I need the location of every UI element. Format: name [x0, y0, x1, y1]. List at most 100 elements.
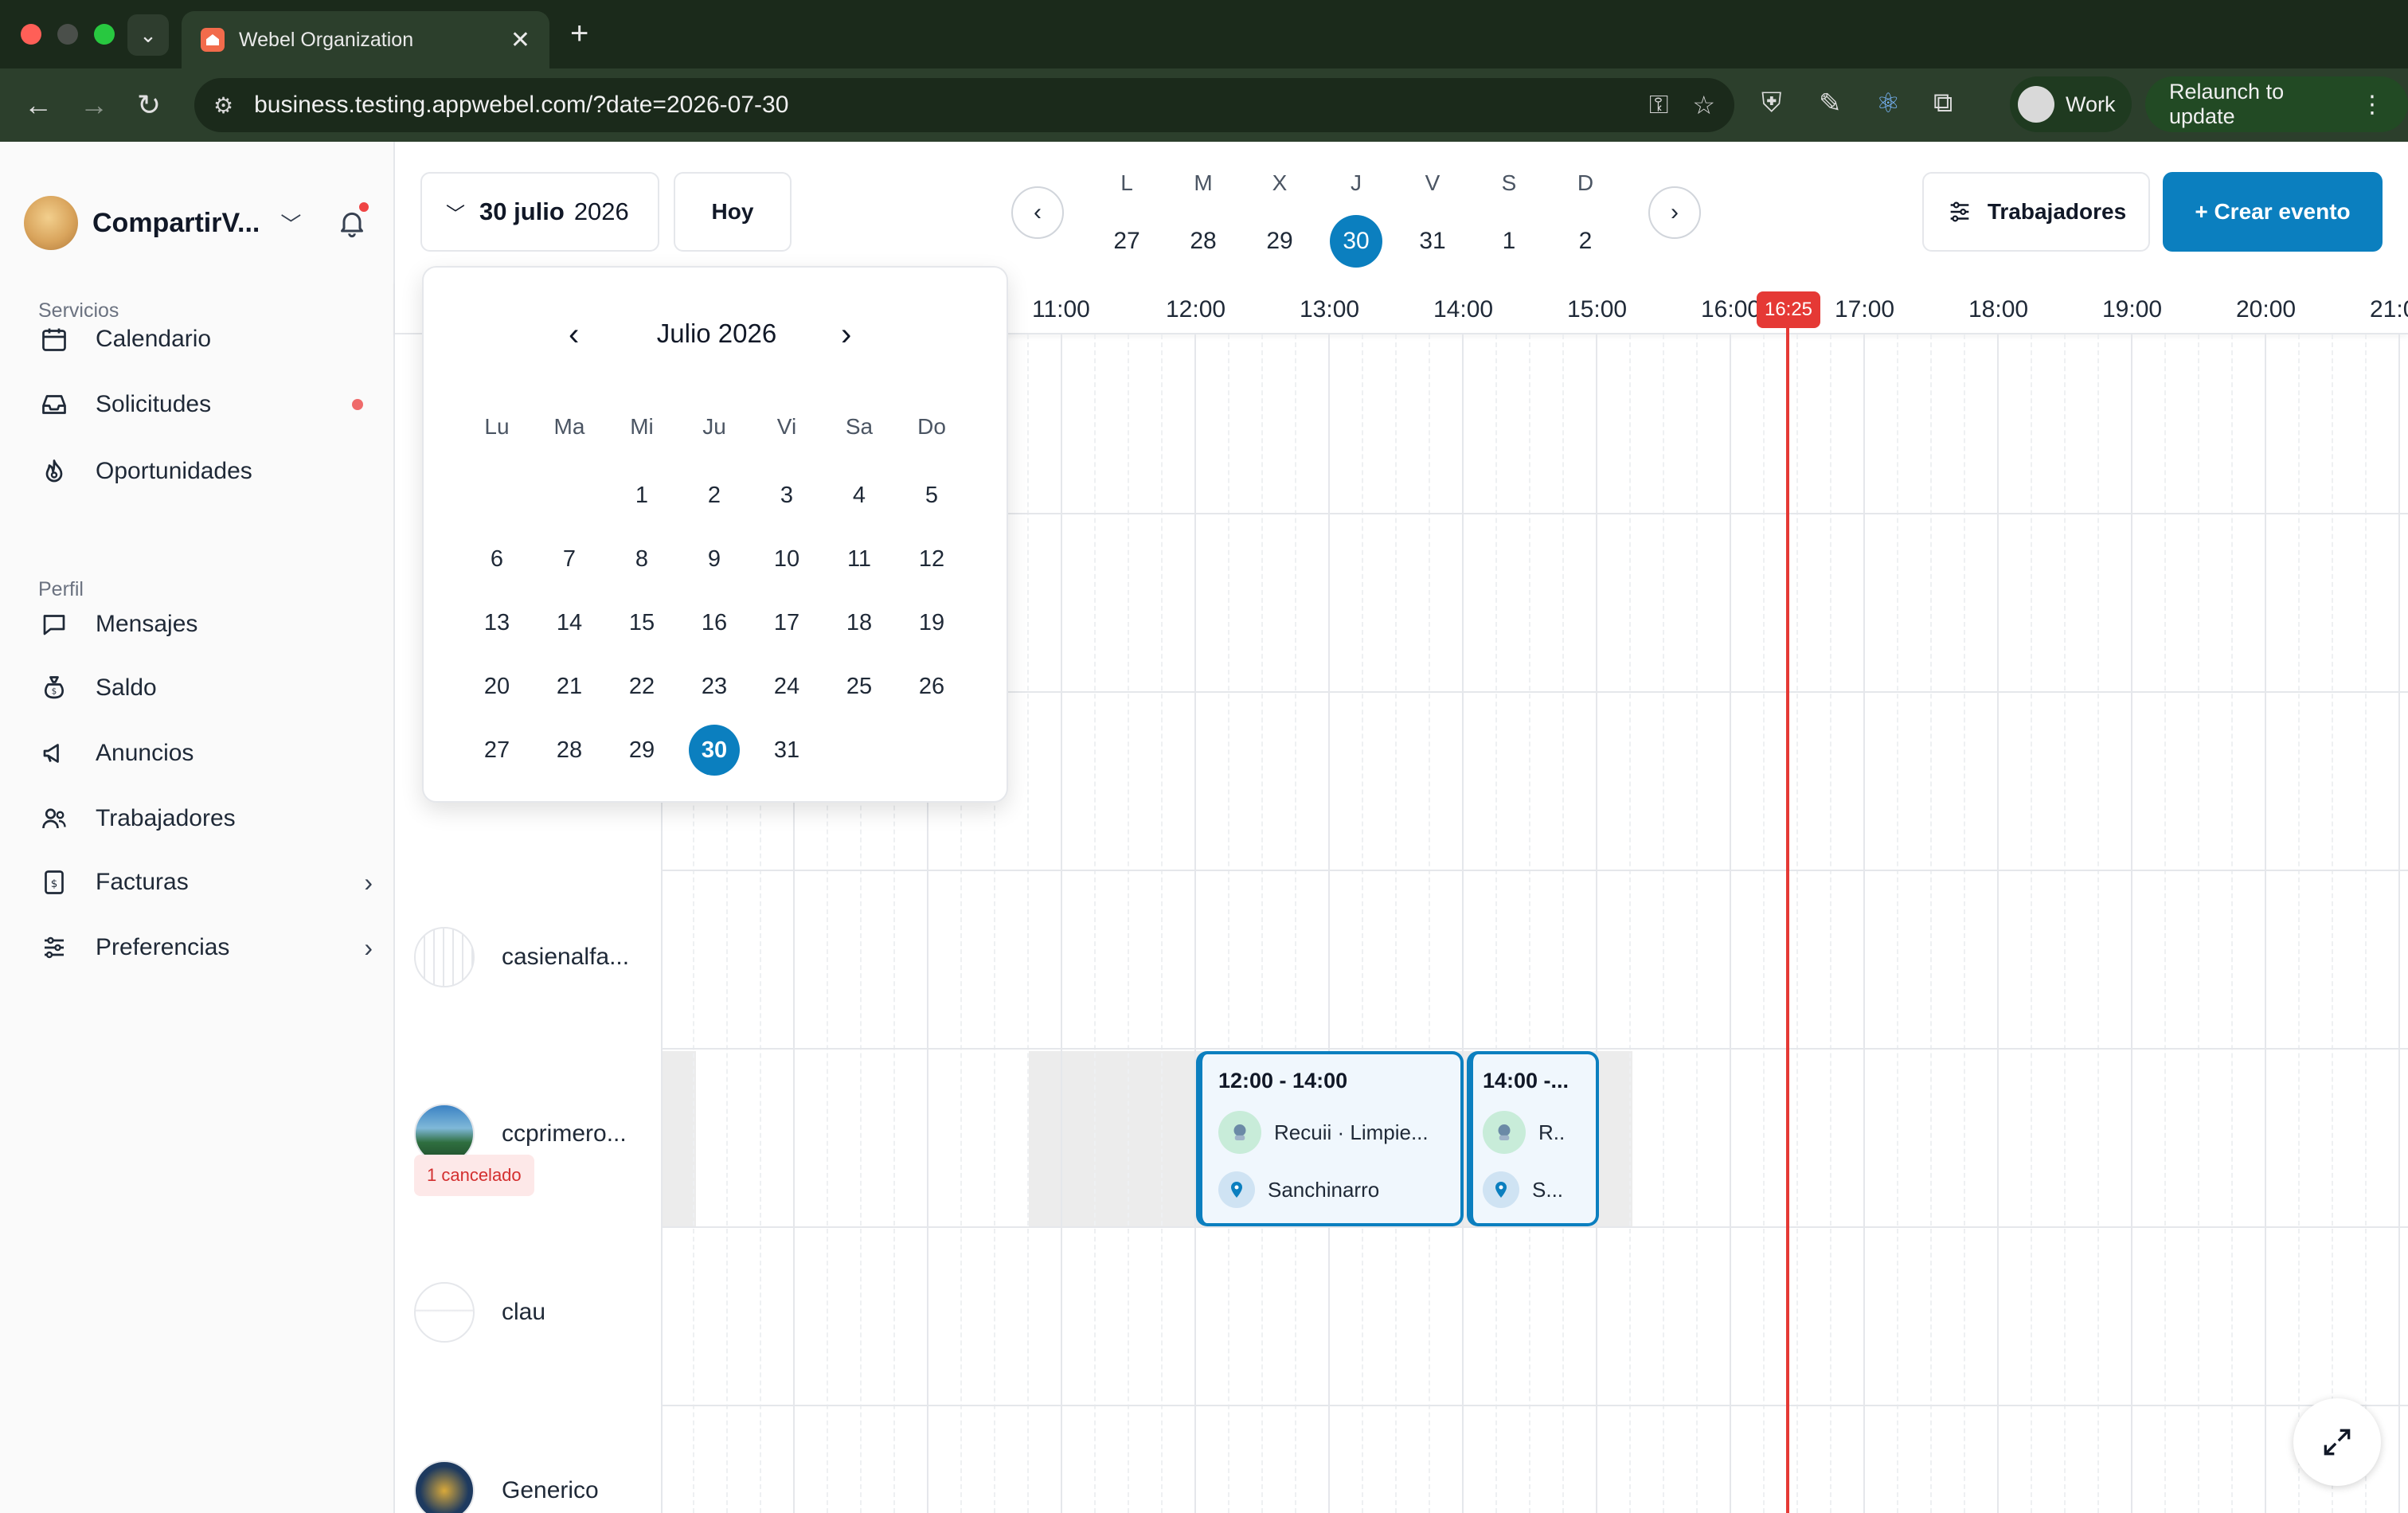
- calendar-day[interactable]: 4: [834, 470, 885, 521]
- week-day-number[interactable]: 2: [1558, 215, 1613, 268]
- week-day-number[interactable]: 1: [1481, 215, 1537, 268]
- sidebar-item-oportunidades[interactable]: Oportunidades: [38, 448, 373, 495]
- star-icon[interactable]: ☆: [1692, 90, 1715, 120]
- sidebar-item-preferencias[interactable]: Preferencias ›: [38, 924, 373, 972]
- prev-week-button[interactable]: ‹: [1011, 186, 1064, 239]
- calendar-day[interactable]: 21: [544, 661, 595, 712]
- calendar-day[interactable]: 15: [616, 597, 667, 648]
- row-divider: [663, 1405, 2408, 1406]
- key-icon[interactable]: ⚿: [1649, 90, 1668, 120]
- calendar-day[interactable]: 25: [834, 661, 885, 712]
- calendar-day[interactable]: 19: [906, 597, 957, 648]
- calendar-day[interactable]: 9: [689, 534, 740, 584]
- worker-row[interactable]: clau: [414, 1282, 545, 1343]
- quarter-grid-line: [1529, 334, 1530, 1513]
- calendar-day[interactable]: 7: [544, 534, 595, 584]
- calendar-day[interactable]: 22: [616, 661, 667, 712]
- calendar-day[interactable]: 18: [834, 597, 885, 648]
- sidebar-item-anuncios[interactable]: Anuncios: [38, 729, 373, 777]
- week-day-letter: L: [1120, 170, 1133, 195]
- reload-icon[interactable]: ↻: [137, 88, 161, 123]
- calendar-day-selected[interactable]: 30: [689, 725, 740, 776]
- chevron-down-icon: ﹀: [446, 203, 465, 225]
- sidebar-item-trabajadores[interactable]: Trabajadores: [38, 795, 373, 843]
- week-day-number[interactable]: 28: [1175, 215, 1231, 268]
- calendar-day[interactable]: 23: [689, 661, 740, 712]
- url-text[interactable]: business.testing.appwebel.com/?date=2026…: [254, 92, 1625, 119]
- calendar-day[interactable]: 24: [761, 661, 812, 712]
- address-bar[interactable]: ⚙ business.testing.appwebel.com/?date=20…: [194, 78, 1734, 132]
- back-icon[interactable]: ←: [24, 88, 53, 123]
- hour-grid-line: [1194, 334, 1196, 1513]
- sidebar-item-solicitudes[interactable]: Solicitudes: [38, 381, 373, 428]
- week-day-number[interactable]: 29: [1252, 215, 1308, 268]
- next-week-button[interactable]: ›: [1648, 186, 1701, 239]
- quarter-grid-line: [2231, 334, 2233, 1513]
- calendar-day[interactable]: 20: [471, 661, 522, 712]
- react-extension-icon[interactable]: ⚛: [1876, 88, 1900, 119]
- week-day-number[interactable]: 27: [1099, 215, 1155, 268]
- calendar-day[interactable]: 12: [906, 534, 957, 584]
- eyedropper-extension-icon[interactable]: ✎: [1819, 88, 1842, 119]
- calendar-day[interactable]: 8: [616, 534, 667, 584]
- calendar-day[interactable]: 1: [616, 470, 667, 521]
- fullscreen-button[interactable]: [2293, 1398, 2381, 1486]
- calendar-day[interactable]: 29: [616, 725, 667, 776]
- webel-favicon-icon: [201, 28, 225, 52]
- week-day-number[interactable]: 31: [1405, 215, 1460, 268]
- quarter-grid-line: [1495, 334, 1497, 1513]
- calendar-day[interactable]: 2: [689, 470, 740, 521]
- date-picker-button[interactable]: ﹀ 30 julio 2026: [420, 172, 659, 252]
- chevron-right-icon: ›: [364, 867, 373, 897]
- org-switcher[interactable]: CompartirV... ﹀: [24, 196, 301, 250]
- calendar-day[interactable]: 26: [906, 661, 957, 712]
- site-settings-icon[interactable]: ⚙: [213, 92, 233, 119]
- quarter-grid-line: [1930, 334, 1932, 1513]
- chevron-right-icon: ›: [364, 932, 373, 962]
- relaunch-button[interactable]: Relaunch to update ⋮: [2145, 76, 2408, 132]
- calendar-day[interactable]: 3: [761, 470, 812, 521]
- tab-close-icon[interactable]: ✕: [510, 26, 530, 54]
- sidebar-item-calendario[interactable]: Calendario: [38, 315, 373, 363]
- workers-filter-button[interactable]: Trabajadores: [1922, 172, 2150, 252]
- event-card[interactable]: 12:00 - 14:00 Recuii · Limpie... Sanchin…: [1196, 1051, 1464, 1226]
- cancelled-badge[interactable]: 1 cancelado: [414, 1155, 534, 1196]
- next-month-icon[interactable]: ›: [841, 317, 851, 352]
- notification-dot: [358, 201, 370, 213]
- worker-row[interactable]: Generico: [414, 1460, 599, 1513]
- shield-extension-icon[interactable]: ⛨: [1761, 88, 1782, 119]
- week-day-number-selected[interactable]: 30: [1330, 215, 1382, 268]
- puzzle-extension-icon[interactable]: ⧉: [1933, 88, 1953, 119]
- sidebar-item-saldo[interactable]: $ Saldo: [38, 664, 373, 712]
- create-event-button[interactable]: + Crear evento: [2163, 172, 2383, 252]
- calendar-day[interactable]: 17: [761, 597, 812, 648]
- calendar-day[interactable]: 16: [689, 597, 740, 648]
- maximize-window-button[interactable]: [94, 24, 115, 45]
- calendar-day[interactable]: 27: [471, 725, 522, 776]
- hour-grid-line: [2265, 334, 2266, 1513]
- browser-tab[interactable]: Webel Organization ✕: [182, 11, 549, 68]
- close-window-button[interactable]: [21, 24, 41, 45]
- sidebar-item-facturas[interactable]: $ Facturas ›: [38, 858, 373, 906]
- tab-search-button[interactable]: ⌄: [127, 14, 169, 56]
- calendar-day[interactable]: 13: [471, 597, 522, 648]
- calendar-day[interactable]: 11: [834, 534, 885, 584]
- profile-button[interactable]: Work: [2010, 76, 2132, 132]
- new-tab-icon[interactable]: +: [570, 16, 588, 51]
- worker-row[interactable]: casienalfa...: [414, 927, 629, 987]
- current-time-badge: 16:25: [1757, 291, 1820, 328]
- today-button[interactable]: Hoy: [674, 172, 792, 252]
- calendar-day[interactable]: 28: [544, 725, 595, 776]
- relaunch-label: Relaunch to update: [2169, 80, 2285, 128]
- event-card[interactable]: 14:00 -... R.. S...: [1467, 1051, 1599, 1226]
- calendar-day[interactable]: 31: [761, 725, 812, 776]
- minimize-window-button[interactable]: [57, 24, 78, 45]
- calendar-day[interactable]: 6: [471, 534, 522, 584]
- calendar-day[interactable]: 10: [761, 534, 812, 584]
- calendar-day[interactable]: 5: [906, 470, 957, 521]
- hour-label: 14:00: [1433, 296, 1494, 323]
- calendar-day[interactable]: 14: [544, 597, 595, 648]
- forward-icon[interactable]: →: [80, 88, 108, 123]
- sidebar-item-mensajes[interactable]: Mensajes: [38, 600, 373, 648]
- quarter-grid-line: [1228, 334, 1229, 1513]
